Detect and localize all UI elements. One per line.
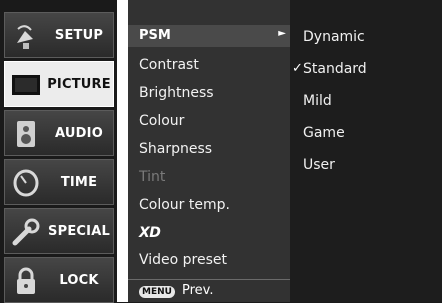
- padlock-icon: [17, 267, 35, 294]
- tab-special[interactable]: SPECIAL: [4, 208, 114, 254]
- menu-button-icon: MENU: [139, 286, 175, 298]
- tab-label: LOCK: [59, 272, 99, 288]
- option-user[interactable]: User: [303, 157, 335, 173]
- menu-item-xd[interactable]: XD: [139, 225, 161, 241]
- menu-item-tint: Tint: [139, 169, 166, 185]
- tv-screen-icon: [12, 75, 40, 95]
- tab-lock[interactable]: LOCK: [4, 257, 114, 303]
- main-menu-tabs: SETUP PICTURE AUDIO TIME SPECIAL LOCK: [0, 0, 117, 303]
- prev-label: Prev.: [182, 283, 214, 298]
- arrow-right-icon: ►: [278, 28, 286, 39]
- tab-picture[interactable]: PICTURE: [4, 61, 114, 107]
- menu-item-video-preset[interactable]: Video preset: [139, 252, 227, 268]
- check-icon: ✓: [292, 61, 303, 76]
- menu-item-sharpness[interactable]: Sharpness: [139, 141, 212, 157]
- menu-item-contrast[interactable]: Contrast: [139, 57, 199, 73]
- psm-item[interactable]: PSM ►: [128, 25, 290, 47]
- clock-icon: [13, 169, 39, 197]
- satellite-dish-icon: [17, 25, 33, 49]
- tab-audio[interactable]: AUDIO: [4, 110, 114, 156]
- option-game[interactable]: Game: [303, 125, 345, 141]
- menu-item-brightness[interactable]: Brightness: [139, 85, 214, 101]
- picture-menu: PSM ► Contrast Brightness Colour Sharpne…: [128, 0, 290, 302]
- panel-divider: [117, 0, 128, 302]
- speaker-icon: [17, 121, 35, 147]
- tab-label: SPECIAL: [48, 223, 110, 239]
- tab-label: TIME: [60, 174, 98, 190]
- tab-time[interactable]: TIME: [4, 159, 114, 205]
- tab-setup[interactable]: SETUP: [4, 12, 114, 58]
- footer-divider: [128, 279, 290, 280]
- menu-item-colour[interactable]: Colour: [139, 113, 184, 129]
- psm-options-panel: Dynamic ✓ Standard Mild Game User: [290, 0, 442, 302]
- option-standard[interactable]: Standard: [303, 61, 367, 77]
- wrench-icon: [12, 218, 40, 246]
- tab-label: PICTURE: [47, 76, 111, 92]
- option-dynamic[interactable]: Dynamic: [303, 29, 365, 45]
- tab-label: SETUP: [54, 27, 104, 43]
- option-mild[interactable]: Mild: [303, 93, 332, 109]
- tab-label: AUDIO: [55, 125, 103, 141]
- menu-item-colour-temp[interactable]: Colour temp.: [139, 197, 230, 213]
- psm-label: PSM: [139, 28, 171, 43]
